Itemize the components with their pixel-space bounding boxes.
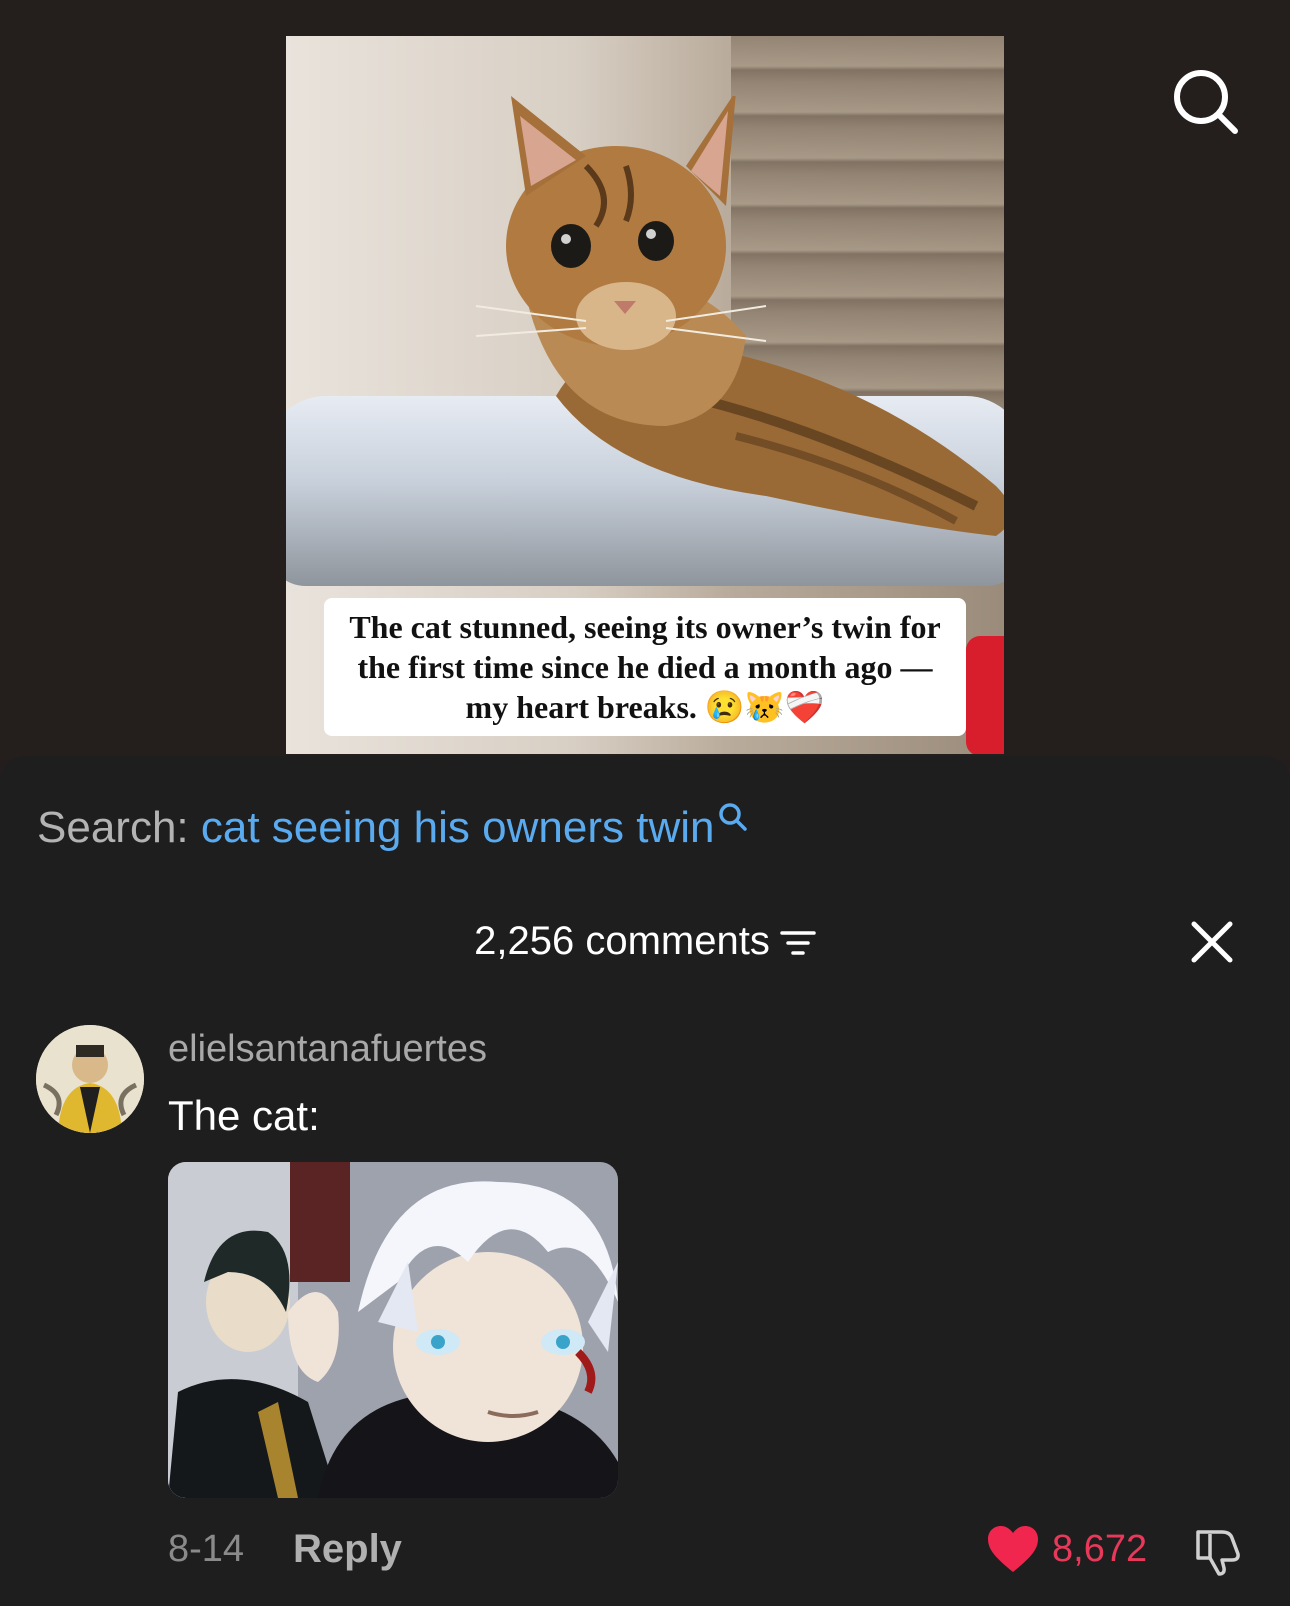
video-area[interactable]: The cat stunned, seeing its owner’s twin… [0, 0, 1290, 760]
anime-image [168, 1162, 618, 1498]
heart-icon[interactable] [986, 1524, 1040, 1574]
reply-button[interactable]: Reply [293, 1526, 402, 1572]
comment-date: 8-14 [168, 1528, 245, 1570]
filter-icon[interactable] [780, 928, 816, 958]
like-count: 8,672 [1052, 1528, 1148, 1570]
thumbs-down-icon[interactable] [1192, 1524, 1244, 1576]
cat-illustration [475, 96, 1004, 536]
comments-header: 2,256 comments [0, 916, 1290, 966]
avatar-image [36, 1025, 144, 1133]
search-icon[interactable] [718, 802, 748, 832]
video-frame[interactable]: The cat stunned, seeing its owner’s twin… [286, 36, 1004, 754]
search-suggestion[interactable]: Search: cat seeing his owners twin [37, 800, 748, 856]
avatar[interactable] [36, 1025, 144, 1133]
comment-username[interactable]: elielsantanafuertes [168, 1026, 487, 1072]
search-icon[interactable] [1172, 68, 1240, 136]
comment-text: The cat: [168, 1092, 320, 1139]
search-prefix: Search: [37, 803, 189, 852]
comments-count: 2,256 comments [474, 919, 770, 963]
comment-image[interactable] [168, 1162, 618, 1498]
close-icon[interactable] [1188, 918, 1236, 966]
search-query-link[interactable]: cat seeing his owners twin [201, 803, 715, 852]
red-object [966, 636, 1004, 754]
video-caption: The cat stunned, seeing its owner’s twin… [324, 598, 966, 736]
